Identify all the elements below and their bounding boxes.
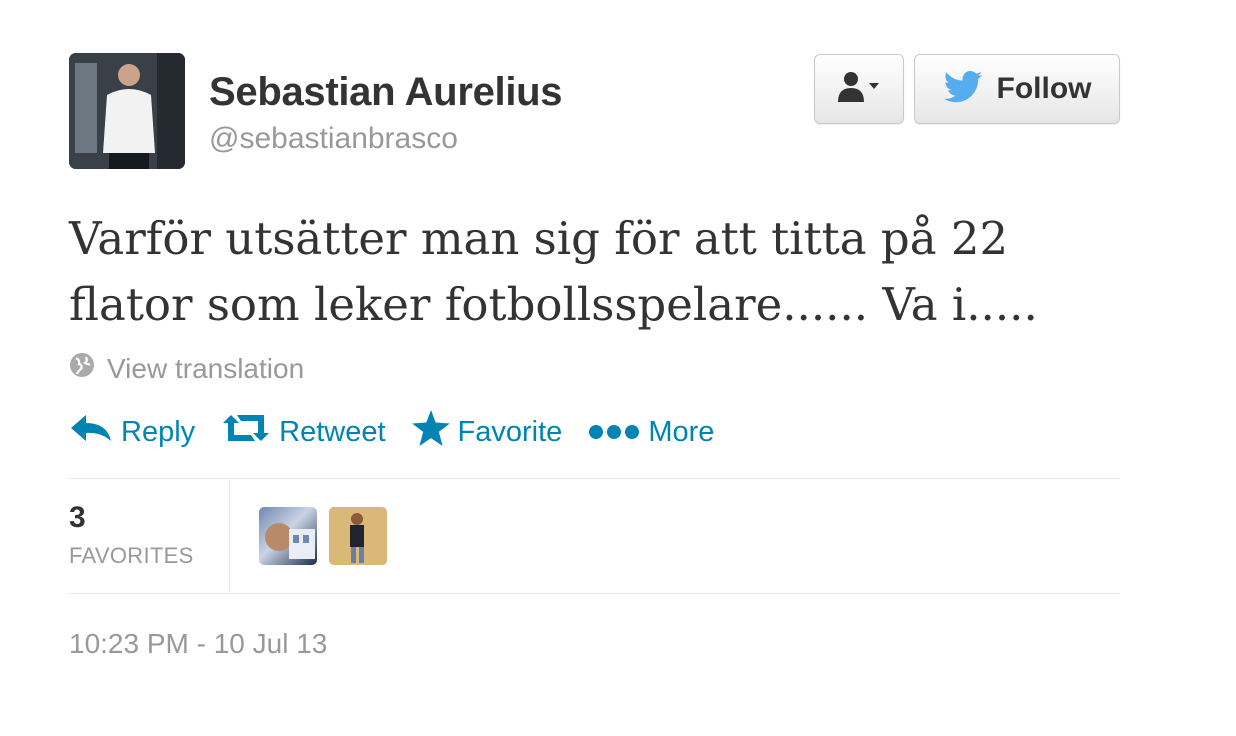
user-handle[interactable]: @sebastianbrasco — [209, 122, 458, 156]
more-button[interactable]: More — [588, 416, 714, 449]
favorite-label: Favorite — [457, 415, 563, 448]
favorites-count[interactable]: 3 — [69, 501, 86, 535]
retweet-icon — [221, 413, 279, 451]
tweet-text-line-2: flator som leker fotbollsspelare...... V… — [69, 278, 1038, 331]
twitter-bird-icon — [943, 70, 983, 108]
stats-divider — [229, 479, 230, 593]
tweet-timestamp[interactable]: 10:23 PM - 10 Jul 13 — [69, 628, 327, 660]
view-translation-link[interactable]: View translation — [69, 352, 304, 385]
reply-button[interactable]: Reply — [69, 413, 195, 451]
star-icon — [411, 410, 458, 454]
tweet-card: Sebastian Aurelius @sebastianbrasco Foll… — [0, 0, 1236, 736]
follow-button[interactable]: Follow — [914, 54, 1120, 124]
favorite-button[interactable]: Favorite — [411, 410, 563, 454]
view-translation-label: View translation — [107, 352, 305, 384]
tweet-stats: 3 FAVORITES — [69, 478, 1120, 594]
follow-label: Follow — [996, 72, 1092, 105]
retweet-button[interactable]: Retweet — [221, 413, 386, 451]
reply-label: Reply — [121, 415, 196, 448]
more-dots-icon — [588, 416, 648, 449]
favorites-label[interactable]: FAVORITES — [69, 543, 194, 569]
globe-icon — [69, 352, 95, 385]
tweet-actions: Reply Retweet Favorite More — [69, 408, 740, 456]
tweet-text-line-1: Varför utsätter man sig för att titta på… — [69, 212, 1009, 265]
favoriter-avatar[interactable] — [259, 507, 317, 565]
reply-icon — [69, 413, 121, 451]
user-fullname[interactable]: Sebastian Aurelius — [209, 70, 563, 115]
avatar[interactable] — [69, 53, 185, 169]
person-dropdown-icon — [835, 70, 883, 109]
retweet-label: Retweet — [279, 415, 386, 448]
tweet-text: Varför utsätter man sig för att titta på… — [69, 206, 1129, 338]
user-actions-dropdown-button[interactable] — [814, 54, 904, 124]
more-label: More — [648, 415, 715, 448]
favoriter-avatar[interactable] — [329, 507, 387, 565]
